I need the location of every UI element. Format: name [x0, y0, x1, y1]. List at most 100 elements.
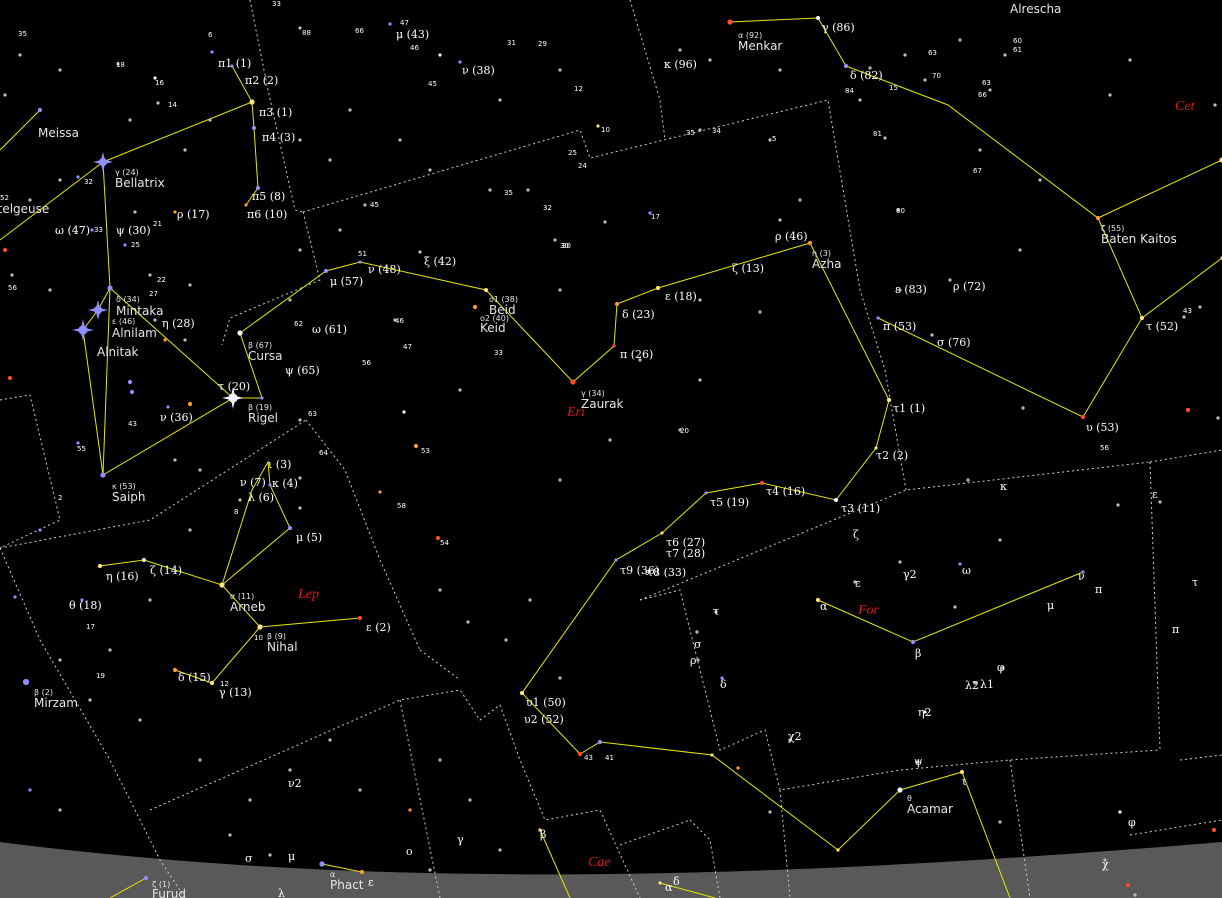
star[interactable]: [1021, 406, 1025, 410]
star[interactable]: [288, 768, 292, 772]
star[interactable]: [127, 379, 133, 385]
star[interactable]: [807, 240, 813, 246]
star[interactable]: [1080, 414, 1086, 420]
star[interactable]: [129, 389, 135, 395]
star[interactable]: [58, 658, 62, 662]
star-name-baten-kaitos[interactable]: Baten Kaitos: [1101, 232, 1177, 246]
star[interactable]: [858, 98, 862, 102]
star[interactable]: [323, 268, 329, 274]
star[interactable]: [612, 344, 616, 348]
star[interactable]: [58, 68, 62, 72]
star[interactable]: [188, 283, 192, 287]
star[interactable]: [698, 378, 702, 382]
star[interactable]: [187, 401, 193, 407]
star[interactable]: [558, 288, 562, 292]
star[interactable]: [319, 861, 325, 867]
star[interactable]: [953, 605, 957, 609]
star[interactable]: [438, 758, 442, 762]
star[interactable]: [148, 598, 152, 602]
star[interactable]: [3, 93, 7, 97]
star[interactable]: [948, 278, 952, 282]
star-name-phact[interactable]: Phact: [330, 878, 364, 892]
star[interactable]: [248, 798, 252, 802]
star[interactable]: [188, 528, 192, 532]
star-name-menkar[interactable]: Menkar: [738, 39, 782, 53]
star[interactable]: [608, 438, 612, 442]
star[interactable]: [97, 563, 103, 569]
star[interactable]: [198, 758, 202, 762]
star[interactable]: [358, 260, 362, 264]
star[interactable]: [614, 301, 620, 307]
star[interactable]: [156, 101, 160, 105]
star[interactable]: [249, 99, 255, 105]
star[interactable]: [18, 53, 22, 57]
star[interactable]: [143, 875, 149, 881]
star[interactable]: [1108, 93, 1112, 97]
star[interactable]: [998, 820, 1002, 824]
star[interactable]: [959, 769, 965, 775]
star[interactable]: [38, 528, 42, 532]
star[interactable]: [138, 718, 142, 722]
star[interactable]: [596, 124, 600, 128]
star-name-zaurak[interactable]: Zaurak: [581, 397, 623, 411]
star-name-bellatrix[interactable]: Bellatrix: [115, 176, 165, 190]
star[interactable]: [655, 285, 661, 291]
constellation-label-cet[interactable]: Cet: [1175, 99, 1196, 114]
star-name-mirzam[interactable]: Mirzam: [34, 696, 78, 710]
star[interactable]: [833, 497, 839, 503]
star[interactable]: [7, 375, 13, 381]
star[interactable]: [966, 478, 970, 482]
star[interactable]: [1198, 305, 1202, 309]
star[interactable]: [988, 88, 992, 92]
star[interactable]: [815, 15, 821, 21]
star[interactable]: [519, 690, 525, 696]
star[interactable]: [727, 19, 733, 25]
star[interactable]: [1038, 178, 1042, 182]
star[interactable]: [1128, 58, 1132, 62]
star[interactable]: [886, 397, 892, 403]
star[interactable]: [107, 285, 113, 291]
star[interactable]: [418, 250, 422, 254]
star[interactable]: [210, 50, 214, 54]
star[interactable]: [357, 615, 363, 621]
star[interactable]: [428, 868, 432, 872]
star[interactable]: [22, 678, 30, 686]
star[interactable]: [148, 273, 152, 277]
star[interactable]: [133, 210, 137, 214]
star[interactable]: [260, 396, 264, 400]
star[interactable]: [1211, 827, 1217, 833]
star[interactable]: [903, 53, 907, 57]
star[interactable]: [173, 458, 177, 462]
star[interactable]: [58, 808, 62, 812]
star[interactable]: [268, 853, 272, 857]
constellation-label-for[interactable]: For: [857, 603, 880, 618]
star[interactable]: [558, 68, 562, 72]
star[interactable]: [678, 48, 682, 52]
star-name-rigel[interactable]: Rigel: [248, 411, 278, 425]
star[interactable]: [363, 203, 367, 207]
star[interactable]: [843, 63, 849, 69]
star[interactable]: [348, 108, 352, 112]
star[interactable]: [251, 125, 257, 131]
star[interactable]: [388, 22, 392, 26]
star[interactable]: [778, 218, 782, 222]
star[interactable]: [378, 490, 382, 494]
star[interactable]: [883, 136, 887, 140]
star[interactable]: [163, 338, 167, 342]
star[interactable]: [458, 388, 462, 392]
star[interactable]: [10, 273, 14, 277]
star[interactable]: [978, 148, 982, 152]
star[interactable]: [166, 405, 170, 409]
star[interactable]: [408, 808, 412, 812]
star[interactable]: [898, 560, 902, 564]
star[interactable]: [710, 753, 714, 757]
star[interactable]: [1213, 103, 1217, 107]
star[interactable]: [2, 247, 8, 253]
star-name-saiph[interactable]: Saiph: [112, 490, 146, 504]
star[interactable]: [76, 175, 80, 179]
star[interactable]: [1118, 810, 1122, 814]
star[interactable]: [1125, 882, 1131, 888]
star[interactable]: [778, 68, 782, 72]
star[interactable]: [930, 333, 934, 337]
star[interactable]: [836, 848, 840, 852]
